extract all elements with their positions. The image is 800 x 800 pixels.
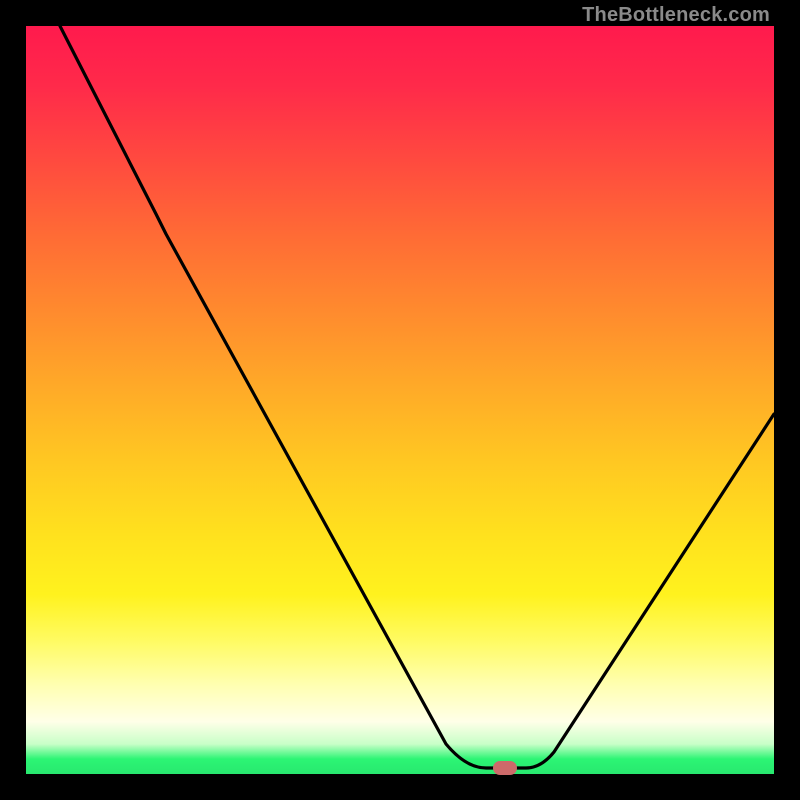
watermark-text: TheBottleneck.com	[582, 4, 770, 27]
gradient-background	[26, 26, 774, 774]
optimal-marker	[493, 761, 517, 775]
chart-frame	[26, 26, 774, 774]
